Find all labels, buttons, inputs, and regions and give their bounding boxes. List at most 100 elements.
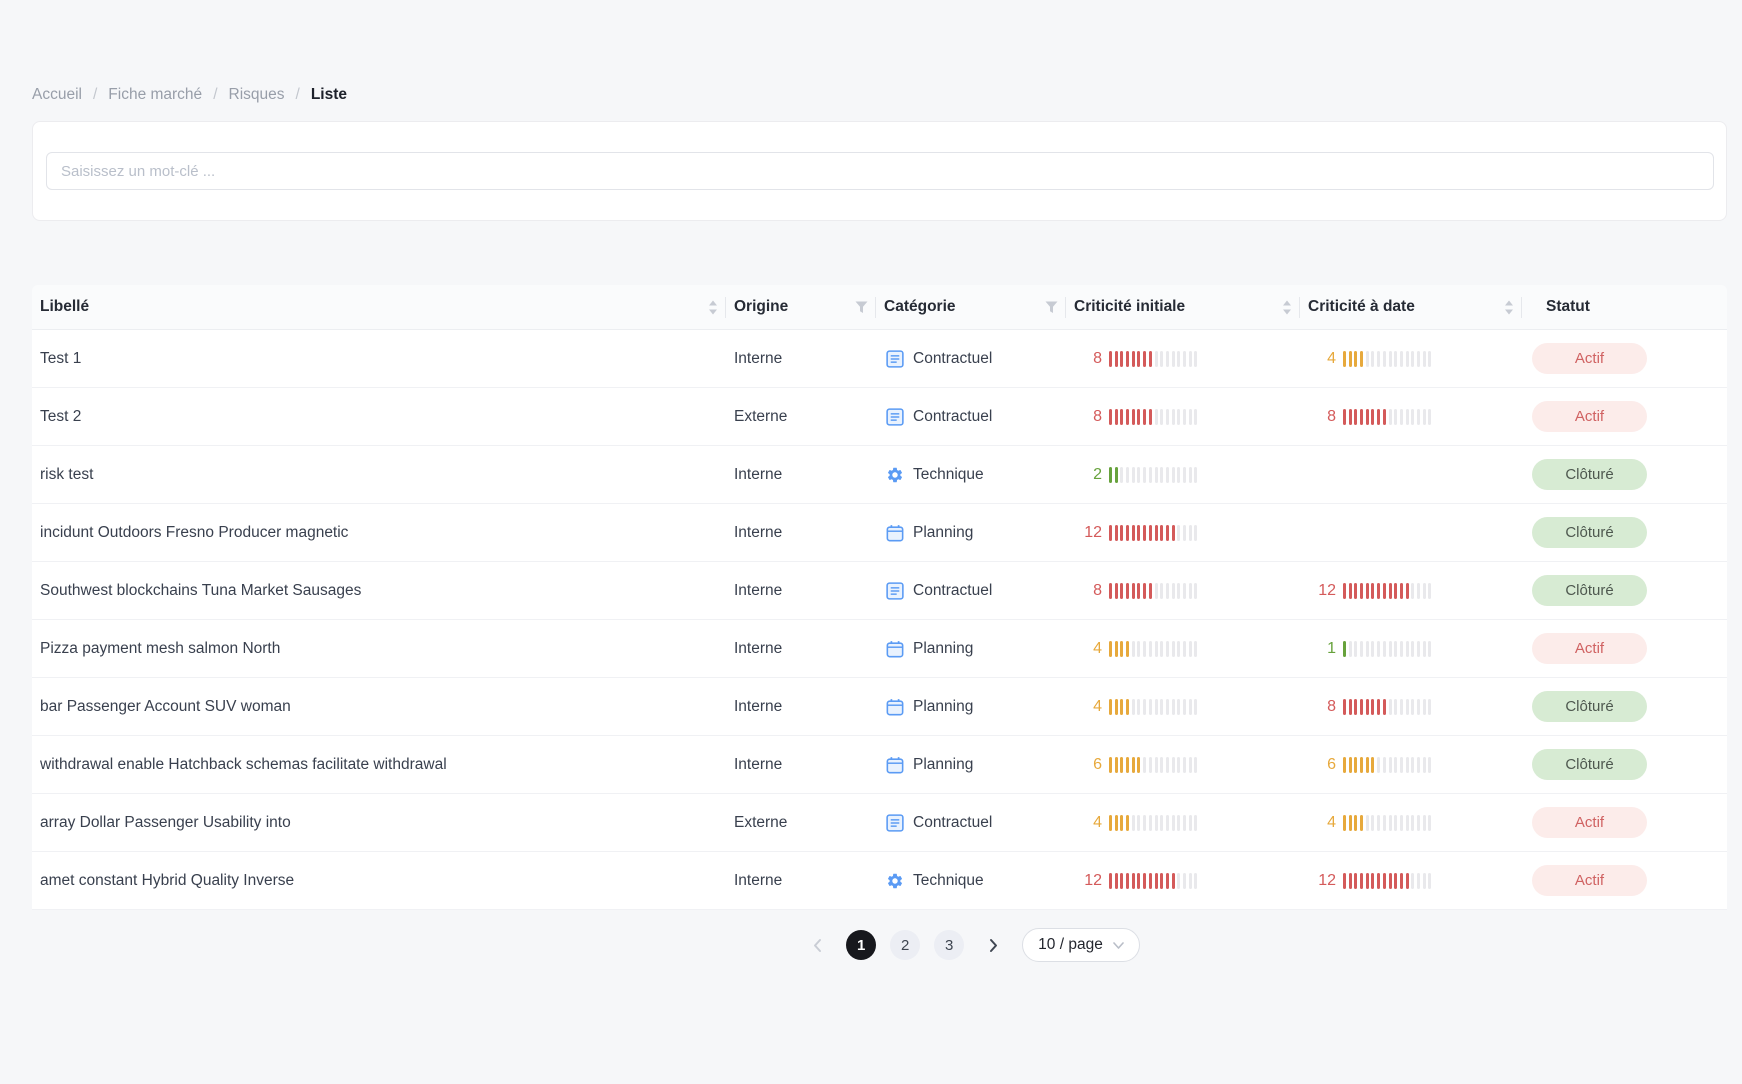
criticality-initial-cell: 12 <box>1066 852 1300 910</box>
criticality-meter <box>1109 815 1197 831</box>
risk-label-cell: amet constant Hybrid Quality Inverse <box>32 852 726 910</box>
status-badge: Actif <box>1532 807 1647 838</box>
column-header-statut: Statut <box>1522 285 1727 330</box>
search-panel <box>32 121 1727 221</box>
risk-label-cell: risk test <box>32 446 726 504</box>
criticality-value: 12 <box>1308 582 1336 600</box>
risk-label-cell: bar Passenger Account SUV woman <box>32 678 726 736</box>
criticality-value: 4 <box>1074 640 1102 658</box>
risk-label-cell: withdrawal enable Hatchback schemas faci… <box>32 736 726 794</box>
criticality-current-cell: 6 <box>1300 736 1522 794</box>
filter-icon[interactable] <box>1045 301 1058 314</box>
criticality-initial-cell: 4 <box>1066 620 1300 678</box>
criticality-current-cell: 4 <box>1300 330 1522 388</box>
column-label: Origine <box>734 298 788 316</box>
criticality-value: 4 <box>1308 814 1336 832</box>
column-header-categorie[interactable]: Catégorie <box>876 285 1066 330</box>
category-cell: Technique <box>876 852 1066 910</box>
breadcrumb-separator: / <box>213 86 217 104</box>
criticality-value: 8 <box>1074 408 1102 426</box>
risk-label-cell: Southwest blockchains Tuna Market Sausag… <box>32 562 726 620</box>
origin-cell: Interne <box>726 620 876 678</box>
breadcrumb-item-accueil[interactable]: Accueil <box>32 86 82 104</box>
criticality-initial-cell: 6 <box>1066 736 1300 794</box>
status-badge: Actif <box>1532 865 1647 896</box>
table-row[interactable]: risk test Interne Technique 2 Clôturé <box>32 446 1727 504</box>
criticality-value: 8 <box>1074 582 1102 600</box>
status-cell: Clôturé <box>1522 562 1727 620</box>
criticality-initial-cell: 8 <box>1066 388 1300 446</box>
criticality-value: 2 <box>1074 466 1102 484</box>
breadcrumb-item-fiche-marché[interactable]: Fiche marché <box>108 86 202 104</box>
page-button-2[interactable]: 2 <box>890 930 920 960</box>
category-cell: Planning <box>876 504 1066 562</box>
origin-cell: Interne <box>726 678 876 736</box>
table-row[interactable]: Southwest blockchains Tuna Market Sausag… <box>32 562 1727 620</box>
document-icon <box>886 350 904 368</box>
calendar-icon <box>886 756 904 774</box>
column-header-criticite-initiale[interactable]: Criticité initiale <box>1066 285 1300 330</box>
table-row[interactable]: bar Passenger Account SUV woman Interne … <box>32 678 1727 736</box>
criticality-meter <box>1109 583 1197 599</box>
criticality-value: 8 <box>1308 408 1336 426</box>
category-cell: Planning <box>876 620 1066 678</box>
sort-icon[interactable] <box>708 300 718 315</box>
table-row[interactable]: incidunt Outdoors Fresno Producer magnet… <box>32 504 1727 562</box>
risk-label-cell: array Dollar Passenger Usability into <box>32 794 726 852</box>
criticality-value: 4 <box>1074 814 1102 832</box>
criticality-current-cell: 1 <box>1300 620 1522 678</box>
criticality-meter <box>1109 467 1197 483</box>
category-cell: Contractuel <box>876 388 1066 446</box>
criticality-current-cell: 8 <box>1300 678 1522 736</box>
risk-table: Libellé Origine Catégorie Criticité init… <box>32 285 1727 910</box>
column-label: Criticité à date <box>1308 298 1415 316</box>
page-size-select[interactable]: 10 / page <box>1022 928 1140 962</box>
criticality-initial-cell: 2 <box>1066 446 1300 504</box>
next-page-button[interactable] <box>978 930 1008 960</box>
chevron-right-icon <box>988 938 999 953</box>
table-row[interactable]: amet constant Hybrid Quality Inverse Int… <box>32 852 1727 910</box>
criticality-value: 8 <box>1308 698 1336 716</box>
sort-icon[interactable] <box>1282 300 1292 315</box>
origin-cell: Interne <box>726 446 876 504</box>
breadcrumb-separator: / <box>296 86 300 104</box>
table-row[interactable]: Pizza payment mesh salmon North Interne … <box>32 620 1727 678</box>
origin-cell: Interne <box>726 330 876 388</box>
search-input[interactable] <box>46 152 1714 190</box>
status-badge: Clôturé <box>1532 575 1647 606</box>
calendar-icon <box>886 524 904 542</box>
status-badge: Clôturé <box>1532 691 1647 722</box>
table-row[interactable]: Test 2 Externe Contractuel 8 8 Actif <box>32 388 1727 446</box>
breadcrumb-item-risques[interactable]: Risques <box>229 86 285 104</box>
status-cell: Actif <box>1522 388 1727 446</box>
category-cell: Contractuel <box>876 794 1066 852</box>
status-badge: Clôturé <box>1532 459 1647 490</box>
criticality-initial-cell: 12 <box>1066 504 1300 562</box>
column-header-libelle[interactable]: Libellé <box>32 285 726 330</box>
gear-icon <box>886 872 904 890</box>
table-row[interactable]: array Dollar Passenger Usability into Ex… <box>32 794 1727 852</box>
column-label: Criticité initiale <box>1074 298 1185 316</box>
criticality-value: 4 <box>1074 698 1102 716</box>
column-label: Catégorie <box>884 298 956 316</box>
criticality-current-cell <box>1300 446 1522 504</box>
sort-icon[interactable] <box>1504 300 1514 315</box>
document-icon <box>886 582 904 600</box>
filter-icon[interactable] <box>855 301 868 314</box>
column-header-origine[interactable]: Origine <box>726 285 876 330</box>
table-row[interactable]: withdrawal enable Hatchback schemas faci… <box>32 736 1727 794</box>
page-button-1[interactable]: 1 <box>846 930 876 960</box>
risk-label-cell: Test 2 <box>32 388 726 446</box>
criticality-value: 12 <box>1308 872 1336 890</box>
page-button-3[interactable]: 3 <box>934 930 964 960</box>
table-header-row: Libellé Origine Catégorie Criticité init… <box>32 285 1727 330</box>
criticality-value: 4 <box>1308 350 1336 368</box>
status-badge: Clôturé <box>1532 749 1647 780</box>
table-row[interactable]: Test 1 Interne Contractuel 8 4 Actif <box>32 330 1727 388</box>
status-badge: Actif <box>1532 633 1647 664</box>
criticality-value: 12 <box>1074 872 1102 890</box>
criticality-value: 12 <box>1074 524 1102 542</box>
status-cell: Actif <box>1522 620 1727 678</box>
column-label: Statut <box>1546 298 1590 316</box>
column-header-criticite-a-date[interactable]: Criticité à date <box>1300 285 1522 330</box>
